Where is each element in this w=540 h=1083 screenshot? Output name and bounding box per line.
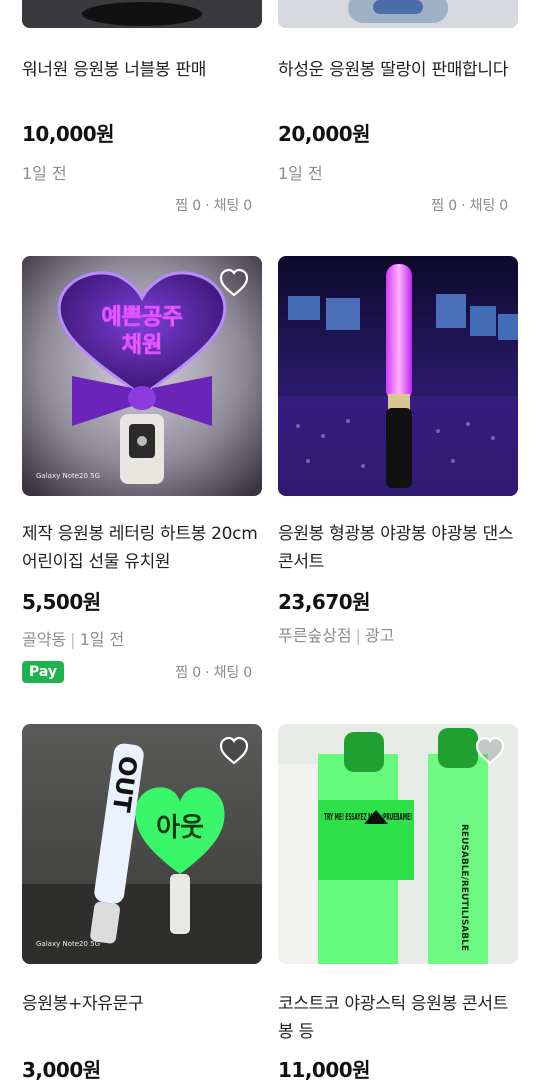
pay-badge: Pay bbox=[22, 661, 65, 683]
product-image-1-art bbox=[22, 0, 262, 28]
product-title: 워너원 응원봉 너블봉 판매 bbox=[22, 60, 207, 80]
heart-text-line2: 채원 bbox=[122, 333, 162, 358]
store-name: 푸른숲상점 bbox=[278, 626, 352, 645]
image-watermark: Galaxy Note20 5G bbox=[36, 940, 100, 948]
product-price: 10,000원 bbox=[22, 122, 115, 146]
product-price: 23,670원 bbox=[278, 590, 371, 614]
product-image-2-art bbox=[278, 0, 518, 28]
heart-icon[interactable] bbox=[218, 736, 250, 766]
like-chat-counts: 찜 0 · 채팅 0 bbox=[175, 665, 252, 681]
product-image-6[interactable]: TRY ME! ESSAYEZ MOI! ¡PRUEBAME! REUSABLE… bbox=[278, 724, 518, 964]
like-chat-counts: 찜 0 · 채팅 0 bbox=[431, 198, 508, 214]
ad-label: 광고 bbox=[365, 626, 395, 645]
product-meta: 1일 전 bbox=[22, 160, 67, 184]
heart-icon[interactable] bbox=[218, 268, 250, 298]
location: 골약동 bbox=[22, 630, 67, 649]
heart-text-line1: 예쁜공주 bbox=[102, 305, 183, 330]
packaging-side-text: REUSABLE/REUTILISABLE bbox=[459, 824, 469, 951]
like-chat-counts: 찜 0 · 채팅 0 bbox=[175, 198, 252, 214]
product-title: 제작 응원봉 레터링 하트봉 20cm 어린이집 선물 유치원 bbox=[22, 524, 258, 572]
product-image-4-art bbox=[278, 256, 518, 496]
product-price: 3,000원 bbox=[22, 1058, 101, 1082]
product-image-1[interactable] bbox=[22, 0, 262, 28]
meta-divider: | bbox=[355, 626, 361, 645]
product-price: 20,000원 bbox=[278, 122, 371, 146]
product-image-5[interactable]: OUT 아웃 Galaxy Note20 5G bbox=[22, 724, 262, 964]
image-watermark: Galaxy Note20 5G bbox=[36, 472, 100, 480]
product-meta: 골약동 | 1일 전 bbox=[22, 626, 124, 650]
posted-time: 1일 전 bbox=[278, 164, 323, 183]
posted-time: 1일 전 bbox=[79, 630, 125, 649]
product-title: 응원봉 형광봉 야광봉 야광봉 댄스 콘서트 bbox=[278, 524, 514, 572]
heart-icon[interactable] bbox=[474, 736, 506, 766]
product-image-2[interactable] bbox=[278, 0, 518, 28]
heart-text: 아웃 bbox=[156, 813, 204, 843]
product-title: 하성운 응원봉 딸랑이 판매합니다 bbox=[278, 60, 509, 80]
meta-divider: | bbox=[70, 630, 76, 649]
product-title: 코스트코 야광스틱 응원봉 콘서트봉 등 bbox=[278, 994, 509, 1042]
posted-time: 1일 전 bbox=[22, 164, 67, 183]
product-image-3[interactable]: 예쁜공주 채원 Galaxy Note20 5G bbox=[22, 256, 262, 496]
product-price: 11,000원 bbox=[278, 1058, 371, 1082]
product-image-4[interactable] bbox=[278, 256, 518, 496]
product-price: 5,500원 bbox=[22, 590, 101, 614]
product-meta: 푸른숲상점 | 광고 bbox=[278, 622, 394, 646]
product-meta: 1일 전 bbox=[278, 160, 323, 184]
product-title: 응원봉+자유문구 bbox=[22, 994, 144, 1014]
